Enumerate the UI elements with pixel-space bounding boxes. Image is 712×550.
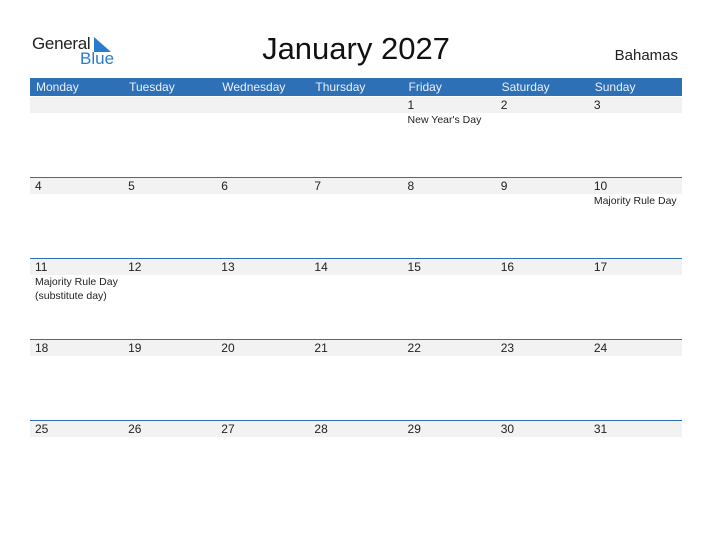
day-cell: 3: [589, 97, 682, 178]
day-cell: [309, 97, 402, 178]
day-cell: 29: [403, 421, 496, 502]
day-cell: 10 Majority Rule Day: [589, 178, 682, 259]
day-number: 18: [35, 341, 49, 355]
day-cell: 16: [496, 259, 589, 340]
weekday-sunday: Sunday: [594, 80, 636, 94]
weekday-tuesday: Tuesday: [129, 80, 175, 94]
day-number: 17: [593, 260, 608, 274]
day-cell: 9: [496, 178, 589, 259]
day-cell: 22: [403, 340, 496, 421]
day-number: 16: [500, 260, 515, 274]
day-number: 1: [407, 98, 415, 112]
day-number: 14: [314, 260, 328, 274]
day-number: 7: [314, 179, 322, 193]
holiday-label: Majority Rule Day (substitute day): [35, 276, 118, 302]
day-cell: 24: [589, 340, 682, 421]
day-cell: 30: [496, 421, 589, 502]
day-number: 11: [35, 260, 48, 274]
day-cell: 17: [589, 259, 682, 340]
day-cell: 13: [216, 259, 309, 340]
weekday-friday: Friday: [408, 80, 442, 94]
day-number: 9: [500, 179, 508, 193]
day-cell: 21: [309, 340, 402, 421]
day-cell: 23: [496, 340, 589, 421]
day-cell: 27: [216, 421, 309, 502]
day-number: 22: [407, 341, 421, 355]
page-title: January 2027: [262, 31, 450, 66]
day-cell: 26: [123, 421, 216, 502]
day-cell: 19: [123, 340, 216, 421]
day-number: 25: [35, 422, 49, 436]
weekday-wednesday: Wednesday: [222, 80, 286, 94]
day-cell: 8: [403, 178, 496, 259]
week-row: 11 Majority Rule Day (substitute day) 12 13…: [30, 258, 682, 340]
day-number: 3: [593, 98, 601, 112]
day-number: 27: [221, 422, 235, 436]
weekday-saturday: Saturday: [501, 80, 550, 94]
day-number: 6: [221, 179, 228, 193]
day-number: 19: [128, 341, 142, 355]
day-cell: 11 Majority Rule Day (substitute day): [30, 259, 123, 340]
day-number: 4: [35, 179, 42, 193]
day-cell: 12: [123, 259, 216, 340]
week-row: 4 5 6 7 8 9 10 Majority Rule Day: [30, 177, 682, 259]
day-number: 26: [128, 422, 142, 436]
day-cell: 5: [123, 178, 216, 259]
day-number: 23: [500, 341, 515, 355]
day-number: 2: [500, 98, 508, 112]
holiday-label: Majority Rule Day: [593, 195, 677, 207]
week-row: 1 New Year's Day 2 3: [30, 97, 682, 178]
day-cell: 20: [216, 340, 309, 421]
holiday-label: New Year's Day: [407, 114, 482, 126]
week-row: 18 19 20 21 22 23 24: [30, 339, 682, 421]
day-number: 30: [500, 422, 515, 436]
day-cell: 2: [496, 97, 589, 178]
day-number: 24: [593, 341, 608, 355]
day-number: 13: [221, 260, 235, 274]
day-number: 29: [407, 422, 421, 436]
day-cell: 18: [30, 340, 123, 421]
day-cell: 4: [30, 178, 123, 259]
day-cell: [216, 97, 309, 178]
day-number: 12: [128, 260, 142, 274]
day-cell: 15: [403, 259, 496, 340]
day-number: 20: [221, 341, 235, 355]
weekday-thursday: Thursday: [315, 80, 366, 94]
day-number: 10: [593, 179, 608, 193]
week-row: 25 26 27 28 29 30 31: [30, 420, 682, 502]
day-number: 5: [128, 179, 135, 193]
day-cell: 31: [589, 421, 682, 502]
weekday-monday: Monday: [36, 80, 79, 94]
day-cell: [30, 97, 123, 178]
day-cell: 7: [309, 178, 402, 259]
day-cell: 14: [309, 259, 402, 340]
day-number: 8: [407, 179, 415, 193]
day-number: 28: [314, 422, 328, 436]
day-cell: 1 New Year's Day: [403, 97, 496, 178]
day-cell: 6: [216, 178, 309, 259]
day-number: 15: [407, 260, 421, 274]
day-number: 21: [314, 341, 328, 355]
day-cell: 25: [30, 421, 123, 502]
day-cell: 28: [309, 421, 402, 502]
day-number: 31: [593, 422, 608, 436]
day-cell: [123, 97, 216, 178]
country-label: Bahamas: [614, 47, 678, 64]
weekday-header: Monday Tuesday Wednesday Thursday Friday…: [30, 78, 682, 96]
